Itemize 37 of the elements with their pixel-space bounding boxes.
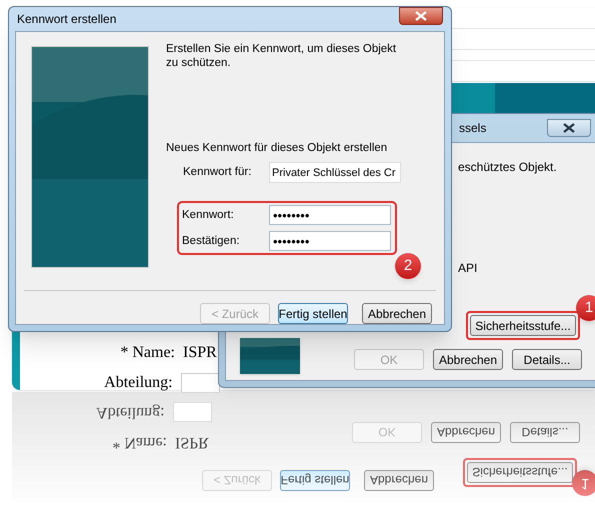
close-button[interactable] (399, 7, 443, 25)
field-label: Bestätigen: (182, 234, 241, 249)
intro-text: Erstellen Sie ein Kennwort, um dieses Objekt zu schützen. (166, 42, 398, 70)
close-icon (563, 123, 575, 133)
window-title: ssels (459, 120, 486, 137)
field-value: ISPR (175, 433, 209, 453)
dialog-button[interactable]: Sicherheitsstufe... (470, 315, 576, 336)
callout-badge: 1 (572, 470, 595, 496)
dialog-button[interactable]: Details... (510, 422, 580, 443)
section-label: Neues Kennwort für dieses Objekt erstellen (166, 141, 388, 156)
dialog-text: eschütztes Objekt. (458, 159, 557, 176)
text-field[interactable]: Privater Schlüssel des Cr (269, 162, 401, 184)
field-label: Kennwort: (182, 208, 235, 223)
input-field (172, 402, 212, 422)
form-label: * Name: (111, 433, 167, 453)
password-field[interactable]: •••••••• (269, 231, 391, 252)
dialog-button[interactable]: Sicherheitsstufe... (467, 462, 573, 483)
dialog-button[interactable]: Details... (512, 349, 582, 370)
field-label: Kennwort für: (183, 165, 252, 180)
window-title: Kennwort erstellen (17, 11, 116, 28)
form-label: Abteilung: (95, 403, 165, 423)
dialog-button[interactable]: Abbrechen (431, 422, 501, 443)
field-value: ISPR (183, 343, 217, 363)
dialog-button[interactable]: Abbrechen (362, 303, 432, 324)
form-label: * Name: (119, 343, 175, 363)
close-icon (415, 11, 427, 21)
dialog-button[interactable]: Fertig stellen (278, 303, 348, 324)
close-button[interactable] (547, 119, 591, 137)
form-label: Abteilung: (103, 373, 173, 393)
input-field[interactable] (180, 373, 220, 393)
dialog-button[interactable]: Fertig stellen (280, 470, 350, 491)
callout-badge: 2 (395, 253, 421, 280)
callout-badge: 1 (576, 295, 595, 321)
dialog-button[interactable]: Abbrechen (364, 470, 434, 491)
dialog-button[interactable]: Abbrechen (433, 349, 503, 370)
password-field[interactable]: •••••••• (269, 205, 391, 226)
dialog-text: API (458, 260, 478, 277)
